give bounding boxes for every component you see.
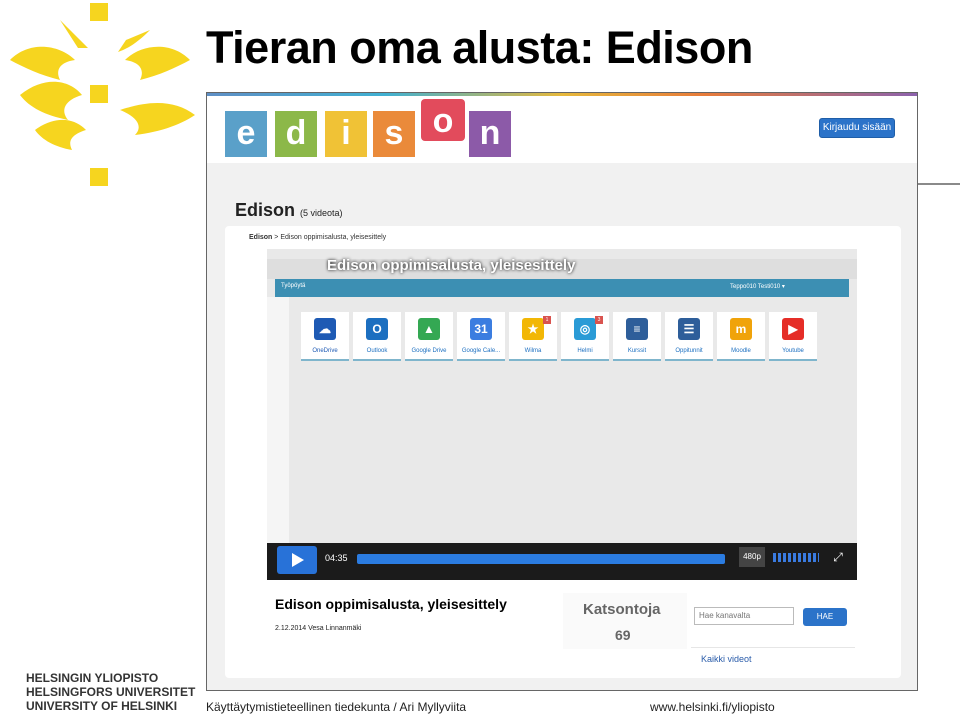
views-count: 69: [615, 627, 631, 643]
tile-label: Google Drive: [411, 348, 447, 354]
views-label: Katsontoja: [583, 601, 661, 618]
tile-kurssit: ≡ Kurssit: [613, 312, 661, 361]
video-name: Edison oppimisalusta, yleisesittely: [275, 596, 507, 612]
tile-label: Helmi: [577, 348, 593, 354]
video-count: (5 videota): [300, 208, 343, 218]
courses-icon: ≡: [626, 318, 648, 340]
login-button[interactable]: Kirjaudu sisään: [819, 118, 895, 138]
slide-title: Tieran oma alusta: Edison: [206, 22, 753, 73]
university-name-en: UNIVERSITY OF HELSINKI: [26, 699, 178, 713]
tile-moodle: m Moodle: [717, 312, 765, 361]
flame-shape: [10, 3, 195, 186]
breadcrumb-current: Edison oppimisalusta, yleisesittely: [280, 234, 387, 241]
tile-wilma: ★ 1 Wilma: [509, 312, 557, 361]
divider-line: [918, 183, 960, 185]
edison-screenshot: e d i s o n Kirjaudu sisään Edison (5 vi…: [206, 92, 918, 691]
breadcrumb-separator: >: [274, 234, 279, 241]
tile-label: Moodle: [731, 348, 751, 354]
divider-line: [691, 647, 855, 648]
moodle-icon: m: [730, 318, 752, 340]
tile-label: Outlook: [366, 348, 388, 354]
tile-label: Kurssit: [627, 348, 647, 354]
tile-youtube: ▶ Youtube: [769, 312, 817, 361]
outlook-icon: O: [366, 318, 388, 340]
app-nav-user: Teppo010 Testi010 ▾: [730, 284, 785, 290]
app-sidebar: [267, 297, 289, 553]
helmi-icon: ◎: [574, 318, 596, 340]
footer-url[interactable]: www.helsinki.fi/yliopisto: [650, 700, 775, 714]
logo-letter-n: n: [469, 111, 511, 157]
onedrive-icon: ☁: [314, 318, 336, 340]
fullscreen-icon[interactable]: ⤢: [827, 547, 849, 567]
tile-label: Google Cale...: [461, 348, 501, 354]
logo-letter-s: s: [373, 111, 415, 157]
page-title-text: Edison: [235, 200, 296, 220]
logo-letter-i: i: [325, 111, 367, 157]
lessons-icon: ☰: [678, 318, 700, 340]
progress-bar[interactable]: [357, 554, 725, 564]
video-meta: 2.12.2014 Vesa Linnanmäki: [275, 625, 362, 632]
google-drive-icon: ▲: [418, 318, 440, 340]
wilma-icon: ★: [522, 318, 544, 340]
tile-label: Youtube: [782, 348, 804, 354]
page-title: Edison (5 videota): [235, 200, 343, 221]
tile-label: Oppitunnit: [675, 348, 703, 354]
tile-google-calendar: 31 Google Cale...: [457, 312, 505, 361]
volume-slider[interactable]: [773, 553, 819, 562]
university-name-sv: HELSINGFORS UNIVERSITET: [26, 685, 196, 699]
video-overlay-title: Edison oppimisalusta, yleisesittely: [327, 257, 576, 274]
university-flame-logo: [10, 3, 195, 186]
breadcrumb: Edison > Edison oppimisalusta, yleisesit…: [249, 234, 386, 241]
tile-oppitunnit: ☰ Oppitunnit: [665, 312, 713, 361]
tile-outlook: O Outlook: [353, 312, 401, 361]
breadcrumb-home[interactable]: Edison: [249, 234, 272, 241]
all-videos-link[interactable]: Kaikki videot: [701, 654, 752, 664]
quality-selector[interactable]: 480p: [739, 547, 765, 567]
video-player[interactable]: Työpöytä Teppo010 Testi010 ▾ ☁ OneDrive …: [267, 249, 857, 580]
logo-letter-e: e: [225, 111, 267, 157]
color-strip: [207, 93, 917, 96]
logo-letter-o: o: [421, 99, 465, 141]
app-nav-desktop: Työpöytä: [281, 283, 306, 289]
channel-search-input[interactable]: [694, 607, 794, 625]
calendar-icon: 31: [470, 318, 492, 340]
play-icon: [292, 553, 304, 567]
play-button[interactable]: [277, 546, 317, 574]
youtube-icon: ▶: [782, 318, 804, 340]
footer-faculty: Käyttäytymistieteellinen tiedekunta / Ar…: [206, 700, 467, 714]
search-button[interactable]: HAE: [803, 608, 847, 626]
tile-onedrive: ☁ OneDrive: [301, 312, 349, 361]
tile-helmi: ◎ 3 Helmi: [561, 312, 609, 361]
notification-badge: 3: [595, 316, 603, 324]
tile-google-drive: ▲ Google Drive: [405, 312, 453, 361]
tile-label: Wilma: [524, 348, 542, 354]
university-name-fi: HELSINGIN YLIOPISTO: [26, 671, 159, 685]
notification-badge: 1: [543, 316, 551, 324]
video-time: 04:35: [325, 553, 348, 563]
logo-letter-d: d: [275, 111, 317, 157]
tile-label: OneDrive: [312, 348, 338, 354]
